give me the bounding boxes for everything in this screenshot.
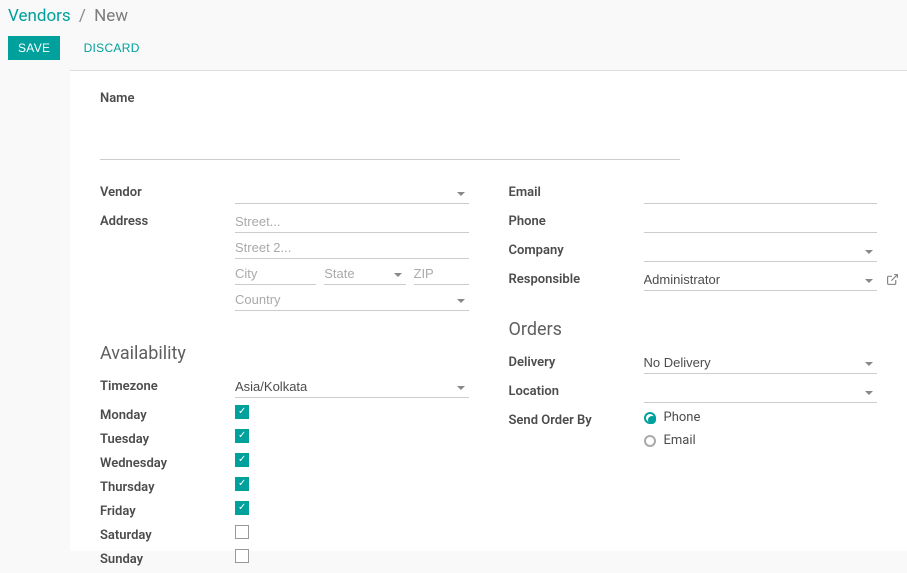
delivery-select[interactable]	[644, 352, 878, 374]
breadcrumb-current: New	[94, 6, 128, 26]
form-sheet: Name Vendor Address	[70, 70, 907, 551]
responsible-select[interactable]	[644, 269, 878, 291]
zip-input[interactable]	[414, 263, 469, 285]
street2-input[interactable]	[235, 237, 469, 259]
day-label: Monday	[100, 405, 235, 423]
day-checkbox[interactable]	[235, 405, 249, 419]
location-select[interactable]	[644, 381, 878, 403]
day-label: Saturday	[100, 525, 235, 543]
street-input[interactable]	[235, 211, 469, 233]
breadcrumb-sep: /	[79, 6, 86, 26]
vendor-label: Vendor	[100, 182, 235, 200]
day-label: Tuesday	[100, 429, 235, 447]
day-label: Sunday	[100, 549, 235, 567]
day-label: Friday	[100, 501, 235, 519]
address-label: Address	[100, 211, 235, 229]
day-checkbox[interactable]	[235, 453, 249, 467]
city-input[interactable]	[235, 263, 316, 285]
email-label: Email	[509, 182, 644, 200]
name-input[interactable]	[100, 112, 680, 160]
day-label: Wednesday	[100, 453, 235, 471]
send-order-radio-label: Email	[664, 433, 696, 448]
day-checkbox[interactable]	[235, 429, 249, 443]
timezone-label: Timezone	[100, 376, 235, 394]
country-select[interactable]	[235, 289, 469, 311]
location-label: Location	[509, 381, 644, 399]
breadcrumb: Vendors / New	[0, 0, 907, 30]
breadcrumb-root[interactable]: Vendors	[8, 6, 71, 26]
save-button[interactable]: SAVE	[8, 36, 60, 60]
discard-button[interactable]: DISCARD	[74, 36, 150, 60]
send-order-radio[interactable]	[644, 412, 656, 424]
company-label: Company	[509, 240, 644, 258]
availability-heading: Availability	[100, 343, 469, 364]
external-link-icon[interactable]	[886, 273, 899, 290]
send-order-radio-label: Phone	[664, 410, 701, 425]
company-select[interactable]	[644, 240, 878, 262]
send-order-radio[interactable]	[644, 435, 656, 447]
name-label: Name	[100, 91, 877, 106]
day-checkbox[interactable]	[235, 501, 249, 515]
action-bar: SAVE DISCARD	[0, 30, 907, 70]
delivery-label: Delivery	[509, 352, 644, 370]
state-select[interactable]	[324, 263, 405, 285]
responsible-label: Responsible	[509, 269, 644, 287]
day-checkbox[interactable]	[235, 525, 249, 539]
send-order-by-label: Send Order By	[509, 410, 644, 428]
email-input[interactable]	[644, 182, 878, 204]
timezone-select[interactable]	[235, 376, 469, 398]
phone-input[interactable]	[644, 211, 878, 233]
vendor-select[interactable]	[235, 182, 469, 204]
day-checkbox[interactable]	[235, 477, 249, 491]
phone-label: Phone	[509, 211, 644, 229]
day-label: Thursday	[100, 477, 235, 495]
orders-heading: Orders	[509, 319, 878, 340]
